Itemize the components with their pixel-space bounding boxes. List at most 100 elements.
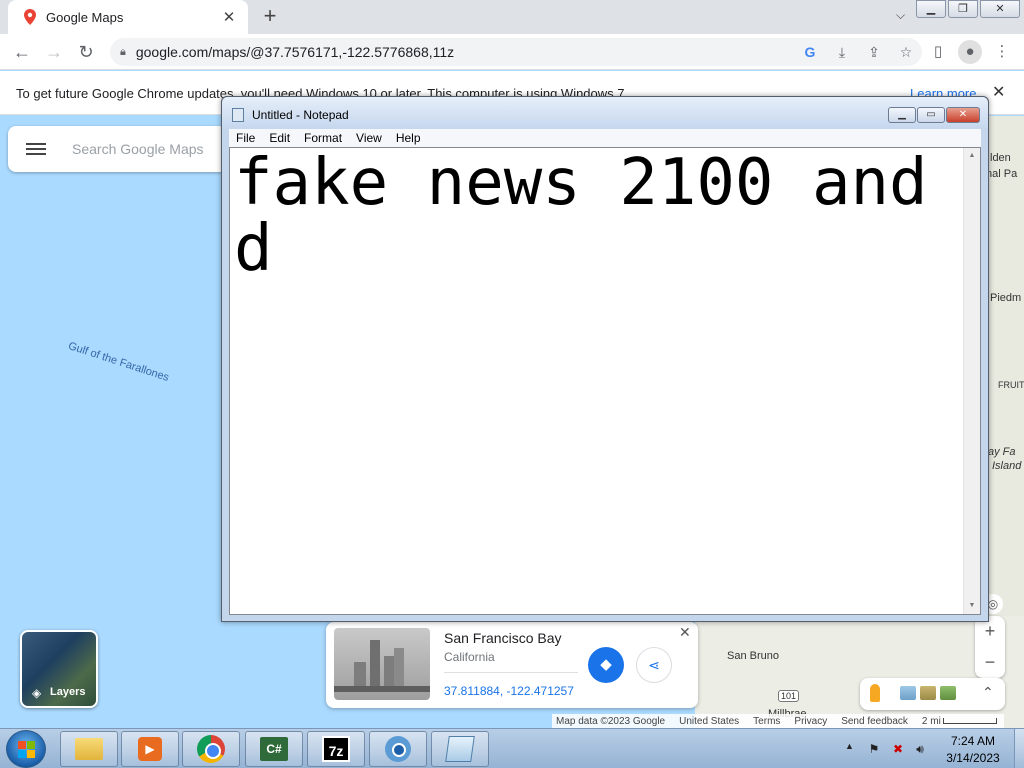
browser-toolbar: ← → ↻ 🔒︎ google.com/maps/@37.7576171,-12… — [0, 34, 1024, 70]
divider — [444, 672, 578, 673]
media-player-icon: ▶ — [138, 737, 162, 761]
windows-start-icon[interactable] — [6, 730, 46, 768]
hamburger-menu-icon[interactable] — [26, 140, 46, 158]
new-tab-button[interactable]: + — [258, 5, 282, 29]
taskbar-notepad[interactable] — [431, 731, 489, 767]
satellite-thumb[interactable] — [940, 686, 956, 700]
notepad-maximize-button[interactable]: ▭ — [917, 107, 945, 123]
imagery-thumb[interactable] — [900, 686, 916, 700]
menu-file[interactable]: File — [229, 131, 262, 145]
map-label: FRUIT — [998, 380, 1024, 390]
terms-link[interactable]: Terms — [753, 716, 780, 727]
notepad-close-button[interactable]: ✕ — [946, 107, 980, 123]
scroll-down-arrow-icon[interactable]: ▼ — [964, 598, 980, 614]
highway-shield: 101 — [778, 690, 800, 702]
notepad-minimize-button[interactable]: ▁ — [888, 107, 916, 123]
chrome-window-controls: ▁ ❐ ✕ — [914, 0, 1020, 18]
map-label: Piedm — [990, 292, 1022, 304]
menu-edit[interactable]: Edit — [262, 131, 297, 145]
place-card[interactable]: San Francisco Bay California 37.811884, … — [326, 622, 698, 708]
scale-label[interactable]: 2 mi — [922, 716, 997, 727]
install-icon[interactable]: ⤓ — [826, 44, 858, 61]
side-panel-icon[interactable]: ▯ — [926, 40, 950, 64]
reload-icon[interactable]: ↻ — [74, 40, 98, 64]
notepad-taskbar-icon — [445, 736, 475, 762]
bookmark-star-icon[interactable]: ☆ — [890, 44, 922, 61]
place-name[interactable]: San Francisco Bay — [444, 630, 562, 646]
place-photo[interactable] — [334, 628, 430, 700]
google-lens-icon[interactable]: G — [794, 44, 826, 60]
map-label: nal Pa — [986, 168, 1018, 180]
tab-title: Google Maps — [46, 9, 124, 25]
pegman-icon[interactable] — [870, 684, 880, 702]
place-coordinates[interactable]: 37.811884, -122.471257 — [444, 684, 574, 698]
menu-help[interactable]: Help — [389, 131, 428, 145]
notepad-window-controls: ▁ ▭ ✕ — [887, 107, 980, 123]
map-attribution: Map data ©2023 Google United States Term… — [552, 714, 1004, 728]
taskbar-csharp[interactable]: C# — [245, 731, 303, 767]
action-center-icon[interactable]: ⚑ — [866, 741, 882, 757]
chromium-icon — [385, 736, 411, 762]
address-bar[interactable]: 🔒︎ google.com/maps/@37.7576171,-122.5776… — [110, 38, 922, 66]
vertical-scrollbar[interactable]: ▲ ▼ — [963, 148, 980, 614]
back-arrow-icon[interactable]: ← — [10, 40, 34, 64]
kebab-menu-icon[interactable]: ⋮ — [990, 40, 1014, 64]
terrain-thumb[interactable] — [920, 686, 936, 700]
map-data-credit: Map data ©2023 Google — [556, 715, 666, 727]
feedback-link[interactable]: Send feedback — [841, 716, 908, 727]
show-hidden-icons-chevron-icon[interactable]: ▲ — [845, 741, 854, 751]
volume-icon[interactable]: 🔊︎ — [912, 741, 928, 757]
tab-close-icon[interactable]: ✕ — [220, 8, 238, 26]
browser-tabstrip: Google Maps ✕ + ⌵ ▁ ❐ ✕ — [0, 0, 1024, 34]
search-box[interactable]: Search Google Maps — [8, 126, 238, 172]
zoom-control: + − — [975, 616, 1005, 678]
close-window-button[interactable]: ✕ — [980, 0, 1020, 18]
taskbar-7zip[interactable]: 7z — [307, 731, 365, 767]
infobar-close-icon[interactable]: ✕ — [992, 82, 1005, 102]
url-text[interactable]: google.com/maps/@37.7576171,-122.5776868… — [136, 44, 794, 60]
lock-icon[interactable]: 🔒︎ — [120, 46, 126, 59]
menu-view[interactable]: View — [349, 131, 389, 145]
taskbar-explorer[interactable] — [60, 731, 118, 767]
minimize-button[interactable]: ▁ — [916, 0, 946, 18]
directions-icon[interactable]: ◆ — [588, 647, 624, 683]
clock-time[interactable]: 7:24 AM — [936, 734, 1010, 748]
layers-button[interactable]: ◈ Layers — [20, 630, 98, 708]
taskbar-chromium[interactable] — [369, 731, 427, 767]
share-icon[interactable]: ⇪ — [858, 44, 890, 61]
notepad-icon[interactable] — [232, 108, 244, 122]
country-link[interactable]: United States — [679, 716, 739, 727]
clock-date[interactable]: 3/14/2023 — [936, 751, 1010, 765]
taskbar-media-player[interactable]: ▶ — [121, 731, 179, 767]
notepad-titlebar[interactable]: Untitled - Notepad ▁ ▭ ✕ — [222, 97, 988, 129]
search-input[interactable]: Search Google Maps — [72, 141, 204, 157]
zoom-out-button[interactable]: − — [975, 647, 1005, 678]
card-close-icon[interactable]: ✕ — [679, 624, 691, 641]
forward-arrow-icon[interactable]: → — [42, 40, 66, 64]
notepad-menubar: File Edit Format View Help — [229, 129, 981, 147]
windows-taskbar: ▶ C# 7z ▲ ⚑ ✖ 🔊︎ 7:24 AM 3/14/2023 — [0, 728, 1024, 768]
map-label-gulf: Gulf of the Farallones — [66, 340, 171, 384]
map-label: lden — [990, 152, 1011, 164]
tab-google-maps[interactable]: Google Maps ✕ — [8, 0, 248, 34]
chevron-up-icon[interactable]: ⌃ — [982, 684, 994, 701]
notepad-text-area[interactable]: fake news 2100 and d ▲ ▼ — [229, 147, 981, 615]
network-icon[interactable]: ✖ — [890, 741, 906, 757]
map-label: Island — [992, 460, 1022, 472]
map-tools: ⌃ — [860, 678, 1005, 710]
share-icon[interactable]: ⋖ — [636, 647, 672, 683]
restore-button[interactable]: ❐ — [948, 0, 978, 18]
show-desktop-button[interactable] — [1014, 729, 1024, 768]
menu-format[interactable]: Format — [297, 131, 349, 145]
scroll-up-arrow-icon[interactable]: ▲ — [964, 148, 980, 164]
taskbar-chrome[interactable] — [182, 731, 240, 767]
7zip-icon: 7z — [322, 736, 350, 762]
notepad-content[interactable]: fake news 2100 and d — [234, 150, 960, 282]
profile-icon[interactable]: ● — [958, 40, 982, 64]
folder-icon — [75, 738, 103, 760]
tab-search-chevron-icon[interactable]: ⌵ — [896, 8, 905, 23]
layers-label: Layers — [50, 686, 86, 698]
map-label: ay Fa — [988, 446, 1016, 458]
google-maps-favicon — [22, 9, 38, 25]
privacy-link[interactable]: Privacy — [794, 716, 827, 727]
